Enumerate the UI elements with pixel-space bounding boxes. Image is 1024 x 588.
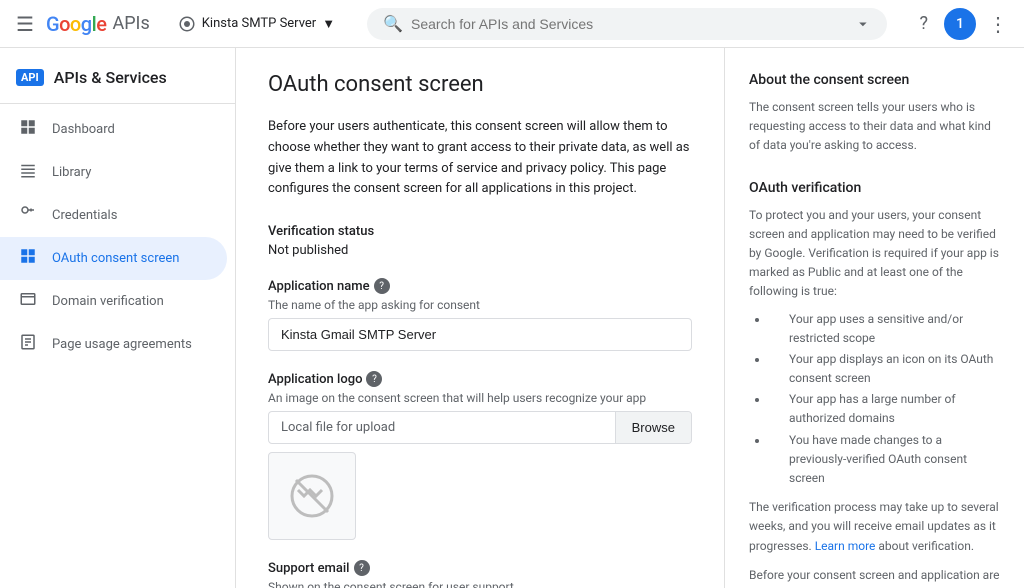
search-dropdown-icon xyxy=(854,14,872,34)
browse-button[interactable]: Browse xyxy=(615,412,691,443)
project-icon xyxy=(178,15,196,33)
support-email-label: Support email xyxy=(268,561,350,576)
dashboard-label: Dashboard xyxy=(52,122,115,137)
google-apis-logo: Google APIs xyxy=(46,12,150,36)
apis-text: APIs xyxy=(112,13,149,34)
sidebar-header: API APIs & Services xyxy=(0,56,235,99)
more-options-icon[interactable]: ⋮ xyxy=(984,8,1012,40)
page-usage-icon xyxy=(16,333,40,356)
topbar: ☰ Google APIs Kinsta SMTP Server ▼ 🔍 ? 1… xyxy=(0,0,1024,48)
support-email-label-row: Support email ? xyxy=(268,560,692,576)
app-logo-help-icon[interactable]: ? xyxy=(366,371,382,387)
search-bar: 🔍 xyxy=(367,8,887,40)
sidebar-title: APIs & Services xyxy=(54,68,167,87)
app-logo-label: Application logo xyxy=(268,372,362,387)
project-dropdown-icon: ▼ xyxy=(322,16,335,32)
account-avatar[interactable]: 1 xyxy=(944,8,976,40)
page-title: OAuth consent screen xyxy=(268,72,692,97)
about-consent-section: About the consent screen The consent scr… xyxy=(749,72,1000,156)
app-logo-field: Application logo ? An image on the conse… xyxy=(268,371,692,540)
logo-placeholder: Local file for upload xyxy=(269,412,615,443)
app-name-hint: The name of the app asking for consent xyxy=(268,298,692,312)
help-button[interactable]: ? xyxy=(911,5,936,42)
app-name-help-icon[interactable]: ? xyxy=(374,278,390,294)
support-email-help-icon[interactable]: ? xyxy=(354,560,370,576)
verification-process-text: The verification process may take up to … xyxy=(749,498,1000,556)
project-name: Kinsta SMTP Server xyxy=(202,16,316,31)
domain-icon xyxy=(16,290,40,313)
app-logo-label-row: Application logo ? xyxy=(268,371,692,387)
app-name-label-row: Application name ? xyxy=(268,278,692,294)
sidebar-item-library[interactable]: Library xyxy=(0,151,227,194)
oauth-verification-section: OAuth verification To protect you and yo… xyxy=(749,180,1000,588)
sidebar-item-domain[interactable]: Domain verification xyxy=(0,280,227,323)
domain-label: Domain verification xyxy=(52,294,164,309)
topbar-actions: ? 1 ⋮ xyxy=(911,5,1012,42)
right-panel: About the consent screen The consent scr… xyxy=(724,48,1024,588)
verification-status-value: Not published xyxy=(268,243,692,258)
verification-status-field: Verification status Not published xyxy=(268,224,692,258)
oauth-label: OAuth consent screen xyxy=(52,251,179,266)
sidebar-item-dashboard[interactable]: Dashboard xyxy=(0,108,227,151)
app-name-field: Application name ? The name of the app a… xyxy=(268,278,692,351)
oauth-bullets-list: Your app uses a sensitive and/or restric… xyxy=(749,310,1000,489)
credentials-icon xyxy=(16,204,40,227)
bullet-2: Your app displays an icon on its OAuth c… xyxy=(769,350,1000,388)
credentials-label: Credentials xyxy=(52,208,117,223)
sidebar-item-page-usage[interactable]: Page usage agreements xyxy=(0,323,227,366)
app-name-label: Application name xyxy=(268,279,370,294)
sidebar-item-credentials[interactable]: Credentials xyxy=(0,194,227,237)
bullet-1: Your app uses a sensitive and/or restric… xyxy=(769,310,1000,348)
main-content: OAuth consent screen Before your users a… xyxy=(236,48,724,588)
oauth-intro-text: To protect you and your users, your cons… xyxy=(749,206,1000,302)
logo-preview xyxy=(268,452,356,540)
support-email-hint: Shown on the consent screen for user sup… xyxy=(268,580,692,588)
page-usage-label: Page usage agreements xyxy=(52,337,192,352)
search-icon: 🔍 xyxy=(383,14,403,33)
about-consent-heading: About the consent screen xyxy=(749,72,1000,88)
intro-text: Before your users authenticate, this con… xyxy=(268,117,692,200)
app-name-input[interactable] xyxy=(268,318,692,351)
limitations-text: Before your consent screen and applicati… xyxy=(749,566,1000,588)
about-consent-text: The consent screen tells your users who … xyxy=(749,98,1000,156)
sidebar-divider xyxy=(0,103,235,104)
content-area: OAuth consent screen Before your users a… xyxy=(236,48,1024,588)
logo-upload-row: Local file for upload Browse xyxy=(268,411,692,444)
sidebar: API APIs & Services Dashboard Library Cr… xyxy=(0,48,236,588)
library-icon xyxy=(16,161,40,184)
oauth-verification-heading: OAuth verification xyxy=(749,180,1000,196)
api-badge: API xyxy=(16,69,44,86)
google-logo: Google xyxy=(46,12,107,36)
sidebar-item-oauth[interactable]: OAuth consent screen xyxy=(0,237,227,280)
bullet-3: Your app has a large number of authorize… xyxy=(769,390,1000,428)
menu-icon[interactable]: ☰ xyxy=(12,8,38,40)
verification-status-label: Verification status xyxy=(268,224,692,239)
learn-more-verification-link[interactable]: Learn more xyxy=(815,539,876,553)
main-layout: API APIs & Services Dashboard Library Cr… xyxy=(0,48,1024,588)
oauth-icon xyxy=(16,247,40,270)
project-selector[interactable]: Kinsta SMTP Server ▼ xyxy=(170,11,343,37)
dashboard-icon xyxy=(16,118,40,141)
no-image-icon xyxy=(288,472,336,520)
library-label: Library xyxy=(52,165,91,180)
app-logo-hint: An image on the consent screen that will… xyxy=(268,391,692,405)
search-input[interactable] xyxy=(411,16,846,32)
bullet-4: You have made changes to a previously-ve… xyxy=(769,431,1000,489)
support-email-field: Support email ? Shown on the consent scr… xyxy=(268,560,692,588)
